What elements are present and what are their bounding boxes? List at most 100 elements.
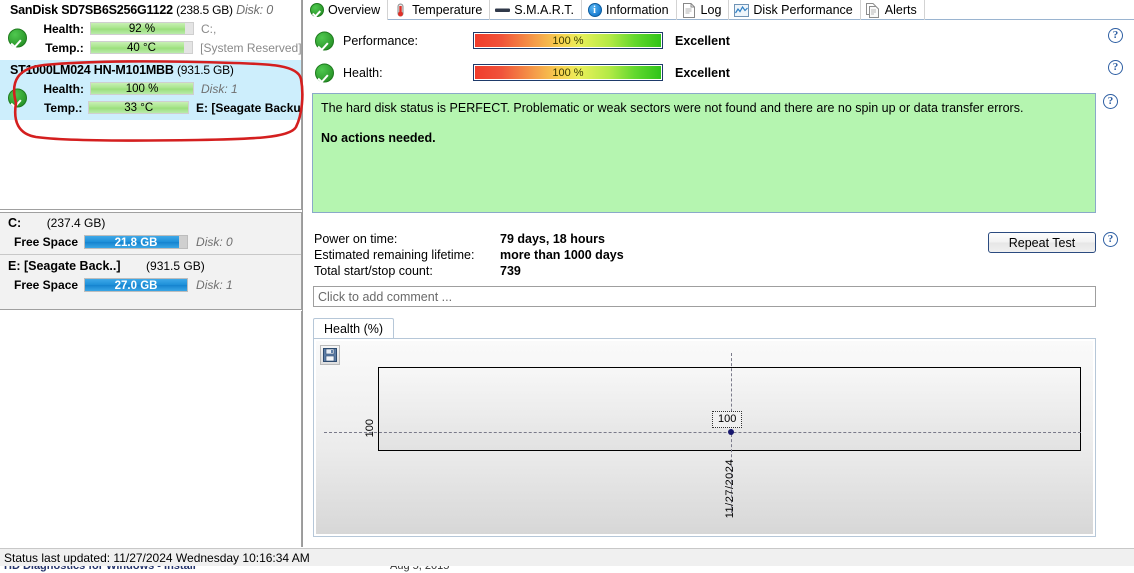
free-space-value: 21.8 GB	[114, 236, 158, 249]
save-floppy-icon[interactable]	[320, 345, 340, 365]
tab-temperature[interactable]: Temperature	[388, 0, 491, 20]
free-space-meter: 27.0 GB	[84, 277, 189, 292]
background-window-strip: HD Diagnostics for Windows - Install Aug…	[0, 566, 1134, 573]
chart-point-label: 100	[712, 411, 743, 428]
tab-smart[interactable]: S.M.A.R.T.	[490, 0, 583, 20]
help-question-icon[interactable]: ?	[1103, 232, 1118, 247]
chart-x-axis-tick-label: 11/27/2024	[724, 459, 736, 519]
disk-list-item-1[interactable]: ST1000LM024 HN-M101MBB (931.5 GB) Health…	[0, 60, 301, 120]
comment-input[interactable]: Click to add comment ...	[313, 286, 1096, 307]
chart-horizontal-gridline	[324, 432, 1081, 433]
disk-partition-label: [System Reserved]	[200, 40, 301, 55]
performance-bar: 100 %	[473, 32, 663, 49]
volume-divider	[0, 254, 301, 255]
info-row: Power on time: 79 days, 18 hours	[314, 231, 624, 247]
background-window-left-text: HD Diagnostics for Windows - Install	[4, 566, 196, 572]
status-bar-text: Status last updated: 11/27/2024 Wednesda…	[4, 551, 310, 565]
performance-label: Performance:	[343, 33, 419, 48]
disk-title: ST1000LM024 HN-M101MBB (931.5 GB)	[0, 62, 301, 79]
smart-bar-icon	[495, 3, 511, 18]
volume-list-item-1[interactable]: E: [Seagate Back..] (931.5 GB) Free Spac…	[0, 256, 301, 296]
tab-label: Overview	[328, 3, 381, 17]
health-bar-value: 100 %	[552, 66, 584, 79]
tab-strip: Overview Temperature S.M.A.R.T. i Inform…	[304, 0, 1134, 20]
tab-label: Alerts	[884, 3, 917, 17]
tab-label: Disk Performance	[753, 3, 853, 17]
tab-log[interactable]: Log	[677, 0, 730, 20]
volume-list[interactable]: C: (237.4 GB) Free Space 21.8 GB Disk: 0…	[0, 212, 302, 310]
temp-meter-value: 33 °C	[124, 102, 154, 114]
status-ok-icon	[315, 63, 335, 83]
performance-chart-icon	[734, 3, 750, 18]
disk-status-description: The hard disk status is PERFECT. Problem…	[312, 93, 1096, 213]
info-value: 79 days, 18 hours	[500, 232, 605, 246]
free-space-meter: 21.8 GB	[84, 234, 189, 249]
disk-partition-label: E: [Seagate Backup P	[196, 100, 301, 115]
info-key: Power on time:	[314, 232, 398, 246]
volume-title: E: [Seagate Back..] (931.5 GB)	[0, 257, 301, 275]
info-key: Estimated remaining lifetime:	[314, 248, 475, 262]
tab-label: Temperature	[412, 3, 483, 17]
chart-y-axis-tick-label: 100	[364, 419, 376, 438]
health-chart-panel: 100 11/27/2024 100	[313, 338, 1096, 537]
status-ok-icon	[315, 31, 335, 51]
health-verdict: Excellent	[675, 65, 730, 80]
temp-label: Temp.:	[43, 100, 83, 115]
disk-list[interactable]: SanDisk SD7SB6S256G1122 (238.5 GB) C:, D…	[0, 0, 302, 210]
volume-list-item-0[interactable]: C: (237.4 GB) Free Space 21.8 GB Disk: 0	[0, 213, 301, 253]
volume-disk-index: Disk: 0	[196, 234, 233, 249]
volume-free-row: Free Space 21.8 GB Disk: 0	[0, 232, 301, 251]
health-meter: 92 %	[90, 22, 194, 35]
disk-metric-rows: Health: 92 % C:, Temp.: 40 °C [System Re…	[0, 19, 301, 57]
free-space-label: Free Space	[14, 277, 79, 292]
performance-verdict: Excellent	[675, 33, 730, 48]
health-meter-value: 100 %	[125, 83, 159, 95]
tab-alerts[interactable]: Alerts	[861, 0, 925, 20]
status-ok-icon	[8, 28, 27, 48]
tab-information[interactable]: i Information	[582, 0, 677, 20]
volume-size: (237.4 GB)	[46, 216, 106, 230]
performance-bar-value: 100 %	[552, 34, 584, 47]
volume-size: (931.5 GB)	[146, 259, 205, 273]
disk-title: SanDisk SD7SB6S256G1122 (238.5 GB) C:, D…	[0, 2, 301, 19]
help-question-icon[interactable]: ?	[1108, 28, 1123, 43]
performance-row: Performance: 100 % Excellent ?	[304, 28, 1134, 52]
thermometer-icon	[393, 3, 408, 18]
status-ok-icon	[8, 88, 27, 108]
info-value: 739	[500, 264, 521, 278]
temp-meter-value: 40 °C	[127, 42, 156, 54]
description-line-2: No actions needed.	[321, 131, 436, 145]
disk-health-row: Health: 100 % Disk: 1	[36, 79, 301, 98]
health-meter-value: 92 %	[128, 23, 156, 35]
health-bar: 100 %	[473, 64, 663, 81]
tab-bar: Overview Temperature S.M.A.R.T. i Inform…	[304, 0, 1134, 20]
repeat-test-button[interactable]: Repeat Test	[988, 232, 1096, 253]
help-question-icon[interactable]: ?	[1103, 94, 1118, 109]
sidebar-empty-area	[0, 311, 302, 547]
health-row: Health: 100 % Excellent ?	[304, 60, 1134, 84]
volume-free-row: Free Space 27.0 GB Disk: 1	[0, 275, 301, 294]
info-icon: i	[587, 3, 602, 18]
chart-tab-health[interactable]: Health (%)	[313, 318, 395, 339]
volume-title: C: (237.4 GB)	[0, 214, 301, 232]
info-key: Total start/stop count:	[314, 264, 433, 278]
tab-disk-performance[interactable]: Disk Performance	[729, 0, 861, 20]
disk-list-item-0[interactable]: SanDisk SD7SB6S256G1122 (238.5 GB) C:, D…	[0, 0, 301, 60]
disk-index-label: Disk: 0	[236, 3, 273, 17]
health-label: Health:	[43, 81, 84, 96]
volume-name: C:	[8, 216, 22, 230]
hard-disk-sentinel-window: SanDisk SD7SB6S256G1122 (238.5 GB) C:, D…	[0, 0, 1134, 573]
tab-overview[interactable]: Overview	[304, 0, 389, 20]
sidebar: SanDisk SD7SB6S256G1122 (238.5 GB) C:, D…	[0, 0, 303, 547]
health-label: Health:	[43, 21, 84, 36]
chart-data-point	[728, 429, 734, 435]
chart-tab-bar: Health (%)	[313, 318, 395, 339]
temp-label: Temp.:	[45, 40, 84, 55]
help-question-icon[interactable]: ?	[1108, 60, 1123, 75]
free-space-value: 27.0 GB	[114, 279, 158, 292]
disk-size: (238.5 GB)	[176, 3, 233, 17]
tab-label: Log	[700, 3, 722, 17]
status-bar: Status last updated: 11/27/2024 Wednesda…	[0, 548, 1134, 566]
info-row: Estimated remaining lifetime: more than …	[314, 247, 624, 263]
health-meter: 100 %	[90, 82, 194, 95]
